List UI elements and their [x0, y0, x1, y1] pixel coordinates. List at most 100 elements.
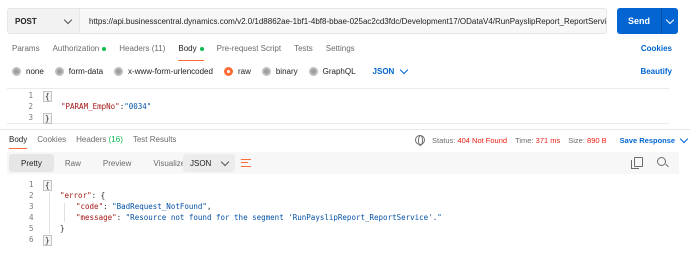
active-dot-icon — [199, 47, 204, 51]
divider — [0, 129, 690, 130]
radio-form-data[interactable]: form-data — [54, 67, 104, 76]
response-toolbar: Pretty Raw Preview Visualize JSON — [7, 152, 679, 174]
line-number: 1 — [29, 180, 34, 189]
tab-pre-request-script[interactable]: Pre-request Script — [217, 44, 281, 58]
view-preview[interactable]: Preview — [92, 154, 142, 172]
radio-raw[interactable]: raw — [223, 67, 251, 76]
tab-settings[interactable]: Settings — [326, 44, 355, 58]
save-response-label: Save Response — [619, 135, 676, 145]
line-number: 3 — [29, 202, 34, 211]
tab-response-body[interactable]: Body — [9, 135, 28, 149]
line-number: 5 — [29, 224, 34, 233]
json-value: "0034" — [124, 102, 152, 111]
tab-headers[interactable]: Headers (11) — [119, 44, 165, 58]
line-number: 3 — [28, 113, 33, 122]
tab-label: Settings — [325, 44, 355, 53]
tab-tests[interactable]: Tests — [294, 44, 313, 58]
tab-label: Headers — [76, 135, 107, 144]
size-label: Size: — [568, 135, 585, 145]
headers-count: (16) — [108, 135, 123, 144]
json-line: } — [60, 224, 65, 233]
radio-none[interactable]: none — [12, 67, 44, 76]
line-gutter: 1 2 3 — [7, 89, 37, 123]
url-input[interactable]: https://api.businesscentral.dynamics.com… — [80, 17, 606, 26]
beautify-button[interactable]: Beautify — [640, 67, 672, 76]
send-button[interactable]: Send — [617, 8, 678, 34]
radio-label: form-data — [68, 67, 104, 76]
tab-body[interactable]: Body — [178, 44, 204, 61]
radio-icon — [12, 67, 21, 76]
method-select[interactable]: POST — [8, 9, 80, 33]
json-punct: : { — [91, 191, 106, 200]
json-value: "BadRequest_NotFound" — [112, 202, 207, 211]
status-value[interactable]: 404 Not Found — [457, 136, 507, 145]
save-response-button[interactable]: Save Response — [619, 134, 689, 145]
body-format-select[interactable]: JSON — [372, 65, 409, 76]
json-key: "PARAM_EmpNo" — [61, 102, 120, 111]
send-options-button[interactable] — [662, 15, 678, 24]
radio-label: GraphQL — [322, 67, 356, 76]
radio-label: binary — [275, 67, 298, 76]
radio-label: x-www-form-urlencoded — [128, 67, 213, 76]
radio-label: none — [26, 67, 44, 76]
chevron-down-icon — [665, 15, 675, 24]
json-key: "message" — [76, 213, 117, 222]
tab-test-results[interactable]: Test Results — [133, 135, 177, 144]
tab-label: Test Results — [132, 135, 177, 144]
wrap-lines-icon — [241, 159, 251, 167]
json-colon: : — [103, 202, 113, 211]
tab-label: Params — [12, 44, 40, 53]
indent-guide — [49, 192, 50, 234]
status-label: Status: — [432, 135, 456, 145]
tab-response-headers[interactable]: Headers (16) — [76, 135, 123, 144]
tab-params[interactable]: Params — [12, 44, 40, 58]
json-line: "error": { — [60, 191, 105, 200]
json-line: "message": "Resource not found for the s… — [76, 213, 442, 222]
line-number: 6 — [29, 235, 34, 244]
tab-label: Authorization — [52, 44, 100, 53]
tab-label: Body — [178, 44, 197, 53]
view-raw[interactable]: Raw — [54, 154, 92, 172]
cookies-link[interactable]: Cookies — [641, 44, 672, 53]
request-body-editor[interactable]: 1 2 3 { "PARAM_EmpNo":"0034" } — [7, 88, 669, 124]
open-brace: { — [43, 91, 52, 102]
active-dot-icon — [102, 47, 107, 51]
radio-graphql[interactable]: GraphQL — [308, 67, 356, 76]
radio-icon — [261, 67, 271, 76]
request-tabs: Params Authorization Headers (11) Body P… — [12, 44, 368, 61]
response-format-label: JSON — [190, 158, 212, 168]
chevron-down-icon — [400, 65, 409, 75]
method-label: POST — [15, 16, 37, 26]
view-pretty[interactable]: Pretty — [9, 154, 54, 172]
search-icon[interactable] — [657, 157, 666, 166]
size-value[interactable]: 890 B — [587, 136, 607, 145]
url-bar: POST https://api.businesscentral.dynamic… — [7, 8, 607, 34]
radio-x-www-form-urlencoded[interactable]: x-www-form-urlencoded — [114, 67, 213, 76]
tab-label: Tests — [294, 44, 313, 53]
time-value[interactable]: 371 ms — [536, 136, 561, 145]
body-format-label: JSON — [372, 67, 395, 76]
radio-icon — [308, 67, 318, 76]
headers-count: (11) — [151, 44, 166, 53]
copy-icon[interactable] — [631, 157, 643, 169]
body-type-options: none form-data x-www-form-urlencoded raw… — [12, 65, 409, 76]
response-tabs: Body Cookies Headers (16) Test Results — [9, 135, 186, 149]
line-number: 2 — [29, 191, 34, 200]
response-body-viewer[interactable]: 1 2 3 4 5 6 { "error": { "code": "BadReq… — [7, 178, 679, 248]
globe-icon[interactable] — [415, 135, 425, 146]
wrap-lines-button[interactable] — [237, 154, 255, 172]
response-format-select[interactable]: JSON — [183, 154, 235, 172]
radio-selected-icon — [223, 67, 233, 76]
tab-response-cookies[interactable]: Cookies — [37, 135, 66, 144]
tab-label: Pre-request Script — [216, 44, 282, 53]
chevron-down-icon — [679, 134, 689, 143]
response-status-bar: Status: 404 Not Found Time: 371 ms Size:… — [415, 134, 689, 146]
close-brace: } — [43, 235, 52, 246]
json-comma: , — [206, 202, 212, 211]
radio-binary[interactable]: binary — [261, 67, 298, 76]
tab-authorization[interactable]: Authorization — [53, 44, 107, 58]
json-colon: : — [116, 213, 126, 222]
json-value: "Resource not found for the segment 'Run… — [125, 213, 442, 222]
time-label: Time: — [515, 135, 534, 145]
radio-label: raw — [237, 67, 251, 76]
